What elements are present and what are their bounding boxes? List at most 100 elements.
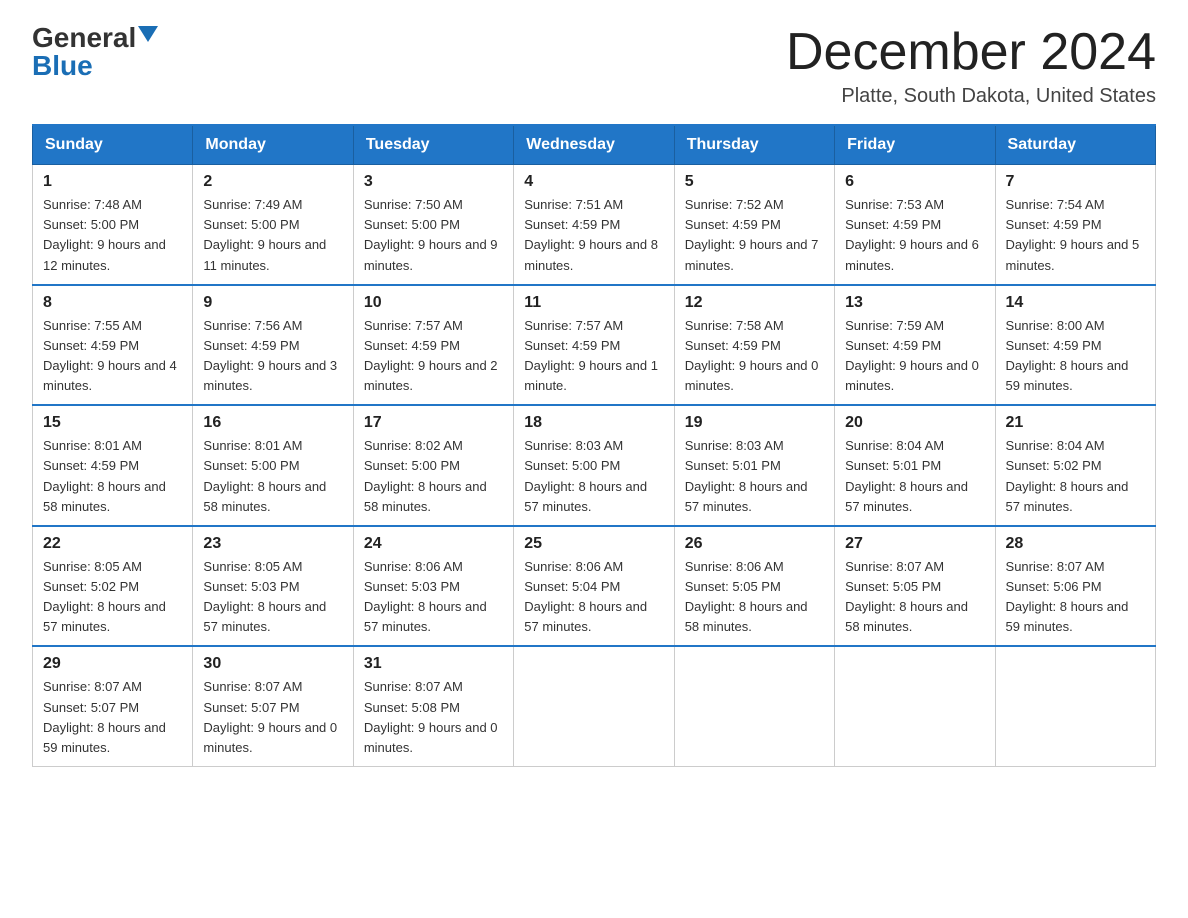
logo-blue: Blue — [32, 52, 93, 80]
calendar-cell: 12 Sunrise: 7:58 AMSunset: 4:59 PMDaylig… — [674, 285, 834, 406]
title-block: December 2024 Platte, South Dakota, Unit… — [786, 24, 1156, 108]
weekday-header-thursday: Thursday — [674, 125, 834, 165]
day-number: 2 — [203, 173, 342, 191]
day-number: 3 — [364, 173, 503, 191]
calendar-cell: 5 Sunrise: 7:52 AMSunset: 4:59 PMDayligh… — [674, 165, 834, 285]
day-number: 23 — [203, 535, 342, 553]
calendar-cell: 26 Sunrise: 8:06 AMSunset: 5:05 PMDaylig… — [674, 526, 834, 647]
day-info: Sunrise: 8:05 AMSunset: 5:03 PMDaylight:… — [203, 559, 326, 634]
day-number: 13 — [845, 294, 984, 312]
day-number: 14 — [1006, 294, 1145, 312]
day-info: Sunrise: 8:01 AMSunset: 5:00 PMDaylight:… — [203, 438, 326, 513]
day-number: 21 — [1006, 414, 1145, 432]
calendar-cell: 4 Sunrise: 7:51 AMSunset: 4:59 PMDayligh… — [514, 165, 674, 285]
day-info: Sunrise: 7:59 AMSunset: 4:59 PMDaylight:… — [845, 318, 979, 393]
calendar-cell: 11 Sunrise: 7:57 AMSunset: 4:59 PMDaylig… — [514, 285, 674, 406]
calendar-cell: 29 Sunrise: 8:07 AMSunset: 5:07 PMDaylig… — [33, 646, 193, 766]
day-number: 6 — [845, 173, 984, 191]
day-info: Sunrise: 7:57 AMSunset: 4:59 PMDaylight:… — [364, 318, 498, 393]
day-number: 27 — [845, 535, 984, 553]
day-number: 4 — [524, 173, 663, 191]
day-info: Sunrise: 8:07 AMSunset: 5:07 PMDaylight:… — [43, 679, 166, 754]
calendar-cell: 18 Sunrise: 8:03 AMSunset: 5:00 PMDaylig… — [514, 405, 674, 526]
day-number: 17 — [364, 414, 503, 432]
day-info: Sunrise: 7:58 AMSunset: 4:59 PMDaylight:… — [685, 318, 819, 393]
weekday-header-sunday: Sunday — [33, 125, 193, 165]
calendar-cell: 28 Sunrise: 8:07 AMSunset: 5:06 PMDaylig… — [995, 526, 1155, 647]
day-info: Sunrise: 7:53 AMSunset: 4:59 PMDaylight:… — [845, 197, 979, 272]
day-number: 9 — [203, 294, 342, 312]
calendar-cell: 25 Sunrise: 8:06 AMSunset: 5:04 PMDaylig… — [514, 526, 674, 647]
day-number: 29 — [43, 655, 182, 673]
calendar-cell: 1 Sunrise: 7:48 AMSunset: 5:00 PMDayligh… — [33, 165, 193, 285]
calendar-table: SundayMondayTuesdayWednesdayThursdayFrid… — [32, 124, 1156, 767]
day-number: 10 — [364, 294, 503, 312]
day-number: 15 — [43, 414, 182, 432]
day-info: Sunrise: 7:50 AMSunset: 5:00 PMDaylight:… — [364, 197, 498, 272]
calendar-week-2: 8 Sunrise: 7:55 AMSunset: 4:59 PMDayligh… — [33, 285, 1156, 406]
day-number: 31 — [364, 655, 503, 673]
day-number: 1 — [43, 173, 182, 191]
day-info: Sunrise: 8:07 AMSunset: 5:05 PMDaylight:… — [845, 559, 968, 634]
calendar-cell: 13 Sunrise: 7:59 AMSunset: 4:59 PMDaylig… — [835, 285, 995, 406]
day-number: 7 — [1006, 173, 1145, 191]
day-info: Sunrise: 7:55 AMSunset: 4:59 PMDaylight:… — [43, 318, 177, 393]
day-number: 5 — [685, 173, 824, 191]
calendar-cell: 7 Sunrise: 7:54 AMSunset: 4:59 PMDayligh… — [995, 165, 1155, 285]
day-info: Sunrise: 7:52 AMSunset: 4:59 PMDaylight:… — [685, 197, 819, 272]
calendar-week-5: 29 Sunrise: 8:07 AMSunset: 5:07 PMDaylig… — [33, 646, 1156, 766]
calendar-cell: 2 Sunrise: 7:49 AMSunset: 5:00 PMDayligh… — [193, 165, 353, 285]
calendar-cell: 21 Sunrise: 8:04 AMSunset: 5:02 PMDaylig… — [995, 405, 1155, 526]
day-info: Sunrise: 8:02 AMSunset: 5:00 PMDaylight:… — [364, 438, 487, 513]
day-number: 25 — [524, 535, 663, 553]
month-title: December 2024 — [786, 24, 1156, 81]
day-info: Sunrise: 8:05 AMSunset: 5:02 PMDaylight:… — [43, 559, 166, 634]
calendar-cell — [674, 646, 834, 766]
calendar-cell: 22 Sunrise: 8:05 AMSunset: 5:02 PMDaylig… — [33, 526, 193, 647]
logo: General Blue — [32, 24, 158, 80]
calendar-cell: 17 Sunrise: 8:02 AMSunset: 5:00 PMDaylig… — [353, 405, 513, 526]
weekday-header-wednesday: Wednesday — [514, 125, 674, 165]
day-info: Sunrise: 8:06 AMSunset: 5:04 PMDaylight:… — [524, 559, 647, 634]
day-number: 11 — [524, 294, 663, 312]
calendar-cell: 8 Sunrise: 7:55 AMSunset: 4:59 PMDayligh… — [33, 285, 193, 406]
calendar-cell: 3 Sunrise: 7:50 AMSunset: 5:00 PMDayligh… — [353, 165, 513, 285]
calendar-cell — [514, 646, 674, 766]
calendar-cell: 23 Sunrise: 8:05 AMSunset: 5:03 PMDaylig… — [193, 526, 353, 647]
logo-general: General — [32, 24, 136, 52]
day-info: Sunrise: 8:07 AMSunset: 5:07 PMDaylight:… — [203, 679, 337, 754]
day-number: 22 — [43, 535, 182, 553]
location-title: Platte, South Dakota, United States — [786, 85, 1156, 108]
day-number: 20 — [845, 414, 984, 432]
calendar-week-1: 1 Sunrise: 7:48 AMSunset: 5:00 PMDayligh… — [33, 165, 1156, 285]
day-info: Sunrise: 8:00 AMSunset: 4:59 PMDaylight:… — [1006, 318, 1129, 393]
day-number: 16 — [203, 414, 342, 432]
day-info: Sunrise: 8:03 AMSunset: 5:01 PMDaylight:… — [685, 438, 808, 513]
day-info: Sunrise: 7:56 AMSunset: 4:59 PMDaylight:… — [203, 318, 337, 393]
calendar-cell: 30 Sunrise: 8:07 AMSunset: 5:07 PMDaylig… — [193, 646, 353, 766]
day-info: Sunrise: 7:54 AMSunset: 4:59 PMDaylight:… — [1006, 197, 1140, 272]
day-info: Sunrise: 8:06 AMSunset: 5:03 PMDaylight:… — [364, 559, 487, 634]
day-info: Sunrise: 7:57 AMSunset: 4:59 PMDaylight:… — [524, 318, 658, 393]
calendar-cell: 24 Sunrise: 8:06 AMSunset: 5:03 PMDaylig… — [353, 526, 513, 647]
weekday-header-saturday: Saturday — [995, 125, 1155, 165]
calendar-cell: 15 Sunrise: 8:01 AMSunset: 4:59 PMDaylig… — [33, 405, 193, 526]
calendar-cell: 31 Sunrise: 8:07 AMSunset: 5:08 PMDaylig… — [353, 646, 513, 766]
day-info: Sunrise: 8:06 AMSunset: 5:05 PMDaylight:… — [685, 559, 808, 634]
calendar-cell: 9 Sunrise: 7:56 AMSunset: 4:59 PMDayligh… — [193, 285, 353, 406]
day-info: Sunrise: 8:04 AMSunset: 5:01 PMDaylight:… — [845, 438, 968, 513]
day-number: 18 — [524, 414, 663, 432]
calendar-cell: 14 Sunrise: 8:00 AMSunset: 4:59 PMDaylig… — [995, 285, 1155, 406]
weekday-header-friday: Friday — [835, 125, 995, 165]
day-info: Sunrise: 7:49 AMSunset: 5:00 PMDaylight:… — [203, 197, 326, 272]
logo-triangle-icon — [138, 26, 158, 42]
weekday-header-monday: Monday — [193, 125, 353, 165]
calendar-cell: 20 Sunrise: 8:04 AMSunset: 5:01 PMDaylig… — [835, 405, 995, 526]
calendar-cell: 27 Sunrise: 8:07 AMSunset: 5:05 PMDaylig… — [835, 526, 995, 647]
day-number: 12 — [685, 294, 824, 312]
weekday-header-row: SundayMondayTuesdayWednesdayThursdayFrid… — [33, 125, 1156, 165]
day-info: Sunrise: 8:01 AMSunset: 4:59 PMDaylight:… — [43, 438, 166, 513]
calendar-cell — [835, 646, 995, 766]
calendar-week-4: 22 Sunrise: 8:05 AMSunset: 5:02 PMDaylig… — [33, 526, 1156, 647]
day-info: Sunrise: 7:51 AMSunset: 4:59 PMDaylight:… — [524, 197, 658, 272]
